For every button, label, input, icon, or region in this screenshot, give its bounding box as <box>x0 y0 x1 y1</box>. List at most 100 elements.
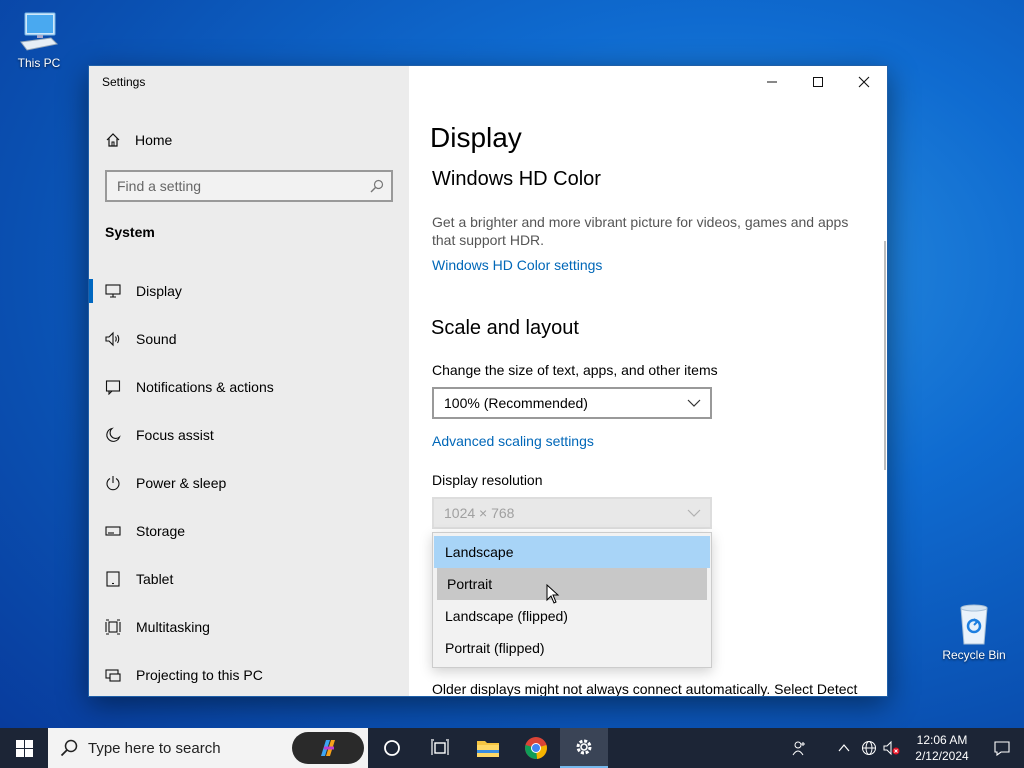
file-explorer-button[interactable] <box>464 728 512 768</box>
section-label-system: System <box>105 224 155 240</box>
cortana-icon <box>384 740 400 756</box>
chevron-up-icon <box>838 744 850 752</box>
content-pane: Display Windows HD Color Get a brighter … <box>409 66 887 696</box>
taskbar-search-box[interactable]: Type here to search <box>48 728 368 768</box>
copilot-button[interactable] <box>292 732 364 764</box>
hd-color-settings-link[interactable]: Windows HD Color settings <box>432 257 602 273</box>
sidebar-item-focus-assist[interactable]: Focus assist <box>89 411 409 459</box>
orientation-option-landscape-flipped[interactable]: Landscape (flipped) <box>434 600 710 632</box>
sidebar-item-tablet[interactable]: Tablet <box>89 555 409 603</box>
sidebar-nav: Display Sound Notifications & actions Fo… <box>89 267 409 696</box>
scale-dropdown[interactable]: 100% (Recommended) <box>432 387 712 419</box>
tablet-icon <box>105 571 121 587</box>
chrome-button[interactable] <box>512 728 560 768</box>
this-pc-label: This PC <box>17 56 61 70</box>
close-button[interactable] <box>841 66 887 98</box>
show-hidden-icons-button[interactable] <box>830 728 858 768</box>
sidebar-item-sound[interactable]: Sound <box>89 315 409 363</box>
notification-icon <box>994 741 1010 756</box>
network-button[interactable] <box>858 728 880 768</box>
scale-label: Change the size of text, apps, and other… <box>432 362 718 378</box>
minimize-icon <box>767 81 777 83</box>
window-title: Settings <box>102 75 146 89</box>
speaker-icon <box>105 331 121 347</box>
people-icon <box>792 741 805 756</box>
sidebar-item-label: Power & sleep <box>136 475 227 491</box>
sidebar-item-label: Display <box>136 283 182 299</box>
windows-logo-icon <box>15 739 33 757</box>
hd-color-description: Get a brighter and more vibrant picture … <box>432 214 849 248</box>
chrome-icon <box>525 737 547 760</box>
clock-time: 12:06 AM <box>916 733 968 747</box>
taskbar: Type here to search 12:06 AM 2/12/2024 <box>0 728 1024 768</box>
desktop-icon-this-pc[interactable]: This PC <box>3 10 75 70</box>
orientation-option-portrait[interactable]: Portrait <box>437 568 707 600</box>
settings-window: Settings Home Find a setting System Disp… <box>88 65 888 697</box>
advanced-scaling-link[interactable]: Advanced scaling settings <box>432 433 594 449</box>
orientation-dropdown-list: Landscape Portrait Landscape (flipped) P… <box>432 532 712 668</box>
monitor-icon <box>105 283 121 299</box>
sidebar-item-label: Notifications & actions <box>136 379 274 395</box>
orientation-option-portrait-flipped[interactable]: Portrait (flipped) <box>434 632 710 664</box>
search-input[interactable]: Find a setting <box>105 170 393 202</box>
scale-layout-heading: Scale and layout <box>431 317 579 339</box>
settings-taskbar-button[interactable] <box>560 728 608 768</box>
mouse-cursor-icon <box>546 584 560 604</box>
computer-icon <box>20 12 59 51</box>
sidebar: Settings Home Find a setting System Disp… <box>89 66 409 696</box>
orientation-option-landscape[interactable]: Landscape <box>434 536 710 568</box>
sidebar-item-power-sleep[interactable]: Power & sleep <box>89 459 409 507</box>
sidebar-item-storage[interactable]: Storage <box>89 507 409 555</box>
sidebar-item-projecting[interactable]: Projecting to this PC <box>89 651 409 696</box>
recycle-bin-label: Recycle Bin <box>942 648 1006 662</box>
search-placeholder: Find a setting <box>117 178 202 194</box>
close-icon <box>858 76 870 88</box>
sidebar-item-display[interactable]: Display <box>89 267 409 315</box>
home-nav[interactable]: Home <box>105 128 172 152</box>
moon-icon <box>105 427 121 443</box>
search-icon <box>370 179 384 193</box>
sidebar-item-label: Sound <box>136 331 177 347</box>
minimize-button[interactable] <box>749 66 795 98</box>
system-tray: 12:06 AM 2/12/2024 <box>782 728 1024 768</box>
clock[interactable]: 12:06 AM 2/12/2024 <box>904 732 980 764</box>
task-view-icon <box>431 739 449 755</box>
resolution-label: Display resolution <box>432 472 543 488</box>
home-label: Home <box>135 132 173 148</box>
sidebar-item-label: Focus assist <box>136 427 214 443</box>
hd-color-heading: Windows HD Color <box>432 168 601 190</box>
search-icon <box>60 739 78 757</box>
task-view-button[interactable] <box>416 728 464 768</box>
maximize-button[interactable] <box>795 66 841 98</box>
sidebar-item-multitasking[interactable]: Multitasking <box>89 603 409 651</box>
people-button[interactable] <box>782 728 818 768</box>
multitasking-icon <box>105 619 121 635</box>
sidebar-item-label: Storage <box>136 523 186 539</box>
gear-icon <box>576 739 592 755</box>
volume-button[interactable] <box>880 728 904 768</box>
sidebar-item-label: Projecting to this PC <box>136 667 263 683</box>
home-icon <box>106 133 120 147</box>
speaker-muted-icon <box>883 740 900 756</box>
start-button[interactable] <box>0 728 48 768</box>
page-title: Display <box>430 122 522 153</box>
resolution-dropdown[interactable]: 1024 × 768 <box>432 497 712 529</box>
resolution-value: 1024 × 768 <box>444 505 515 521</box>
desktop-icon-recycle-bin[interactable]: Recycle Bin <box>938 602 1010 662</box>
copilot-icon <box>321 740 335 756</box>
action-center-button[interactable] <box>980 728 1024 768</box>
projecting-icon <box>105 667 121 683</box>
globe-icon <box>862 741 876 755</box>
sidebar-item-label: Multitasking <box>136 619 210 635</box>
sidebar-item-notifications[interactable]: Notifications & actions <box>89 363 409 411</box>
notification-icon <box>105 379 121 395</box>
taskbar-search-placeholder: Type here to search <box>88 739 221 757</box>
chevron-down-icon <box>687 509 701 517</box>
maximize-icon <box>813 77 823 87</box>
sidebar-item-label: Tablet <box>136 571 174 587</box>
scrollbar[interactable] <box>884 241 886 470</box>
recycle-bin-icon <box>960 604 988 645</box>
power-icon <box>105 475 121 491</box>
folder-icon <box>477 741 499 757</box>
cortana-button[interactable] <box>368 728 416 768</box>
